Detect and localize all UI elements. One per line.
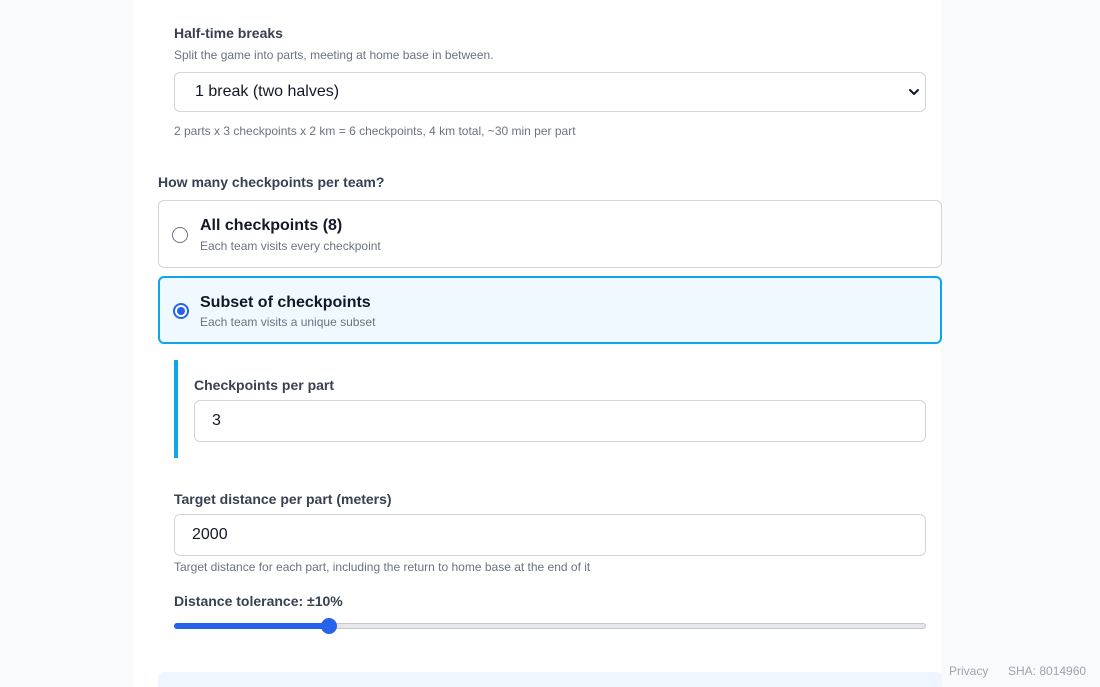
per-part-label: Checkpoints per part: [194, 377, 335, 393]
subset-accent-bar: [174, 360, 178, 458]
option-subset-title: Subset of checkpoints: [200, 294, 371, 311]
half-time-select[interactable]: 1 break (two halves): [174, 72, 926, 112]
per-part-input[interactable]: 3: [194, 400, 926, 442]
distance-label: Target distance per part (meters): [174, 491, 392, 507]
slider-thumb[interactable]: [321, 618, 338, 634]
distance-value: 2000: [192, 526, 228, 543]
radio-all-checkpoints[interactable]: [172, 227, 188, 243]
half-time-label: Half-time breaks: [174, 25, 283, 41]
per-part-value: 3: [212, 412, 221, 429]
option-all-checkpoints[interactable]: All checkpoints (8) Each team visits eve…: [158, 200, 942, 268]
tolerance-slider[interactable]: [174, 618, 926, 634]
chevron-down-icon: [909, 89, 919, 95]
privacy-link[interactable]: Privacy: [949, 664, 988, 678]
slider-fill: [174, 623, 330, 629]
half-time-description: Split the game into parts, meeting at ho…: [174, 48, 494, 62]
radio-subset-checkpoints[interactable]: [173, 303, 189, 319]
option-all-desc: Each team visits every checkpoint: [200, 239, 381, 253]
distance-input[interactable]: 2000: [174, 514, 926, 556]
half-time-summary: 2 parts x 3 checkpoints x 2 km = 6 check…: [174, 124, 576, 138]
tolerance-label: Distance tolerance: ±10%: [174, 593, 343, 609]
half-time-selected-value: 1 break (two halves): [195, 83, 340, 100]
option-subset-checkpoints[interactable]: Subset of checkpoints Each team visits a…: [158, 276, 942, 344]
option-subset-desc: Each team visits a unique subset: [200, 315, 376, 329]
next-section-card: [158, 672, 942, 687]
checkpoints-question: How many checkpoints per team?: [158, 174, 385, 190]
distance-hint: Target distance for each part, including…: [174, 560, 591, 574]
sha-label: SHA: 8014960: [1008, 664, 1087, 678]
option-all-title: All checkpoints (8): [200, 217, 343, 234]
